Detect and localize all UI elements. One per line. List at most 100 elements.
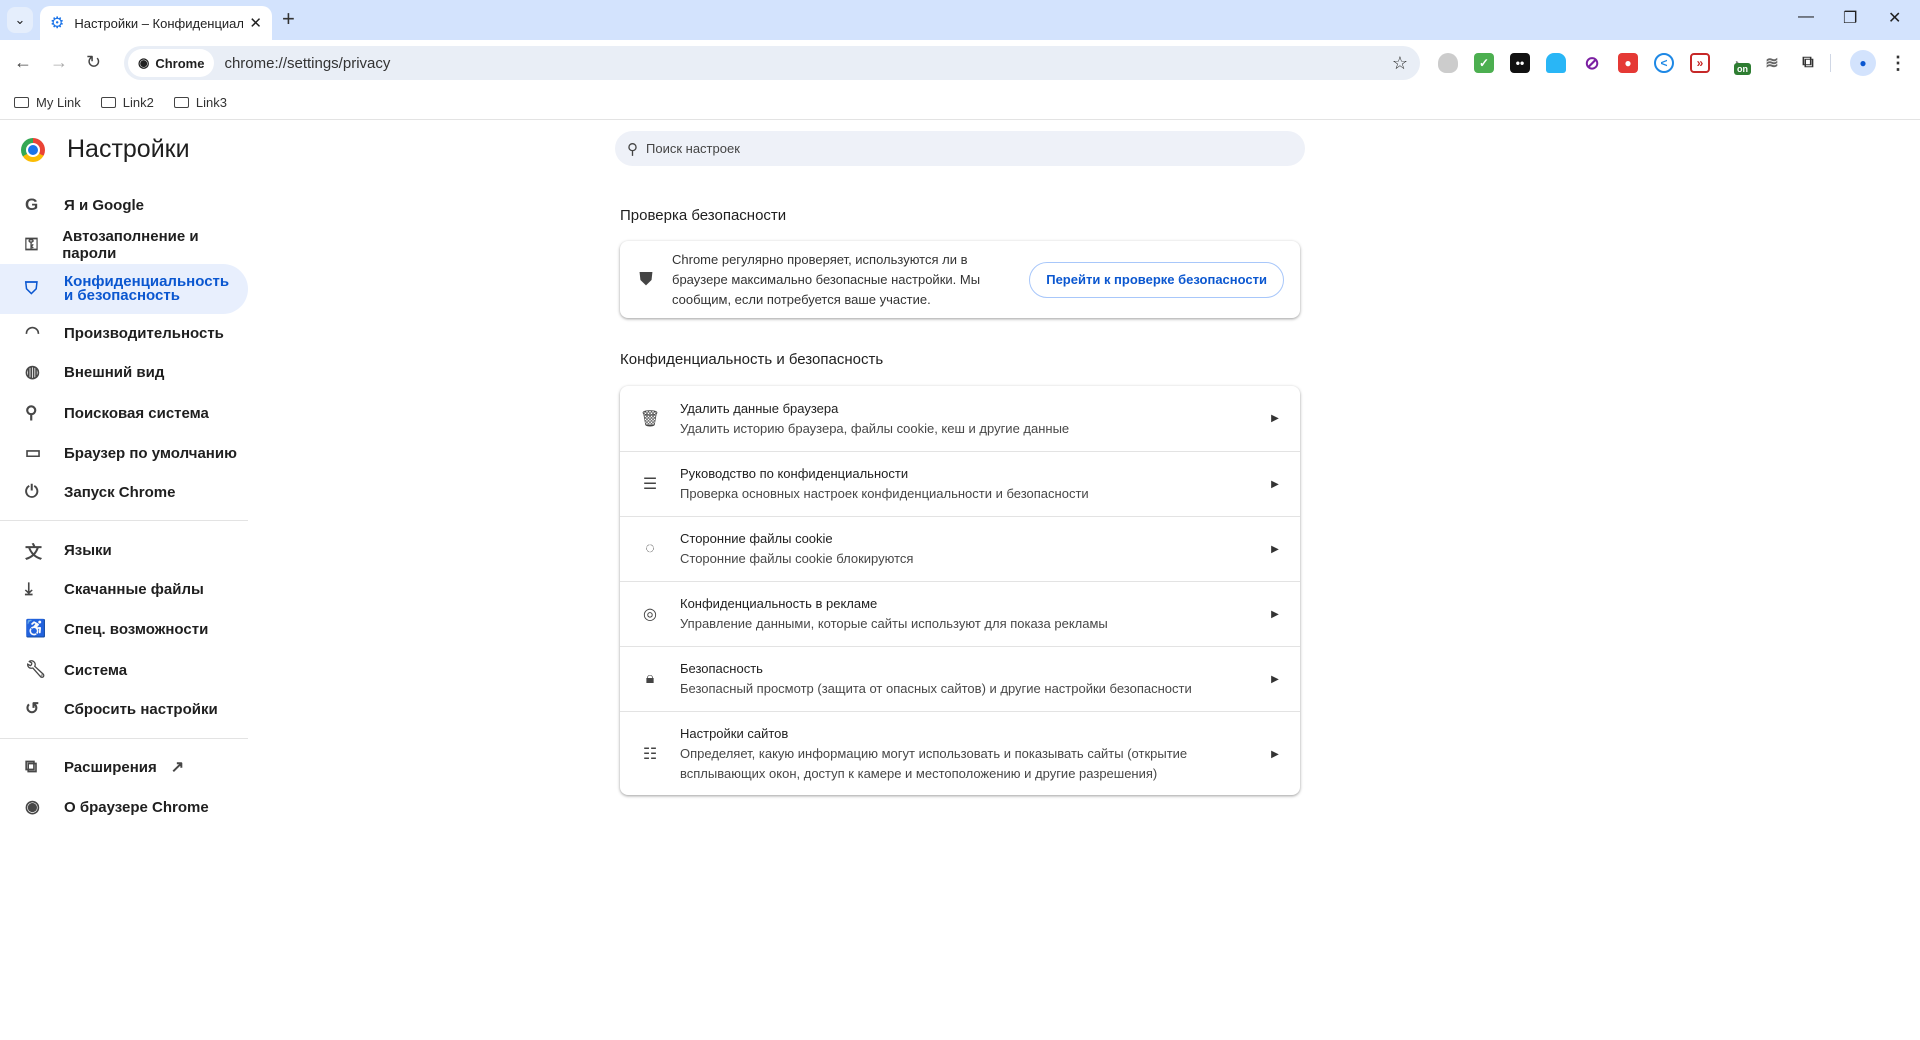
arrow-right-icon: ▶ [1250, 749, 1300, 760]
active-tab[interactable]: ⚙ Настройки – Конфиденциальность ✕ [40, 6, 272, 40]
sidebar-item-performance[interactable]: ◠Производительность [0, 313, 248, 353]
puzzle-icon: ⧉ [0, 757, 64, 777]
browser-icon: ▭ [0, 443, 64, 463]
bookmark-folder[interactable]: Link2 [101, 95, 154, 110]
sidebar-item-label: Скачанные файлы [64, 581, 204, 598]
row-privacy-guide[interactable]: ☰Руководство по конфиденциальностиПровер… [620, 451, 1300, 516]
tab-title: Настройки – Конфиденциальность [74, 16, 243, 31]
ghost-extension-icon[interactable] [1546, 53, 1566, 73]
arrow-right-icon: ▶ [1250, 413, 1300, 424]
minimize-button[interactable]: — [1798, 8, 1814, 26]
bookmark-label: Link2 [123, 95, 154, 110]
bookmark-folder[interactable]: My Link [14, 95, 81, 110]
sidebar-item-default-browser[interactable]: ▭Браузер по умолчанию [0, 433, 248, 473]
row-subtitle: Безопасный просмотр (защита от опасных с… [680, 679, 1250, 699]
go-to-safety-check-button[interactable]: Перейти к проверке безопасности [1029, 262, 1284, 298]
safety-check-card: ⛊ Chrome регулярно проверяет, используют… [620, 241, 1300, 318]
chevron-down-icon: ⌄ [15, 12, 26, 28]
fast-forward-extension-icon[interactable]: » [1690, 53, 1710, 73]
address-bar[interactable]: ◉ Chrome chrome://settings/privacy ☆ [124, 46, 1420, 80]
glasses-extension-icon[interactable]: •• [1510, 53, 1530, 73]
power-icon: ⏻ [0, 482, 64, 502]
block-extension-icon[interactable]: ⊘ [1582, 53, 1602, 73]
site-info-chip[interactable]: ◉ Chrome [128, 49, 214, 77]
close-window-button[interactable]: ✕ [1888, 8, 1901, 28]
extension-badge: on [1734, 63, 1751, 75]
palette-icon: ◍ [0, 362, 64, 382]
sidebar-item-label: Браузер по умолчанию [64, 445, 237, 462]
lock-icon: 🔒︎ [620, 670, 680, 688]
sidebar-item-label: Языки [64, 542, 112, 559]
row-third-party-cookies[interactable]: ◌Сторонние файлы cookieСторонние файлы c… [620, 516, 1300, 581]
accessibility-icon: ♿ [0, 619, 64, 639]
arrow-right-icon: ▶ [1250, 674, 1300, 685]
reset-icon: ↺ [0, 699, 64, 719]
sidebar-item-privacy[interactable]: ⛉Конфиденциальность и безопасность [0, 264, 248, 314]
sidebar-item-label: Поисковая система [64, 405, 209, 422]
reload-button[interactable]: ↻ [86, 52, 101, 73]
sidebar-item-extensions[interactable]: ⧉Расширения↗ [0, 747, 248, 787]
search-icon: ⚲ [0, 403, 64, 423]
tab-search-button[interactable]: ⌄ [7, 7, 33, 33]
sidebar-item-label: Внешний вид [64, 364, 164, 381]
bookmark-folder[interactable]: Link3 [174, 95, 227, 110]
sidebar-item-system[interactable]: 🔧︎Система [0, 650, 248, 690]
profile-avatar[interactable]: ● [1850, 50, 1876, 76]
sidebar-item-label: Производительность [64, 325, 224, 342]
restore-button[interactable]: ❐ [1843, 8, 1857, 28]
row-ad-privacy[interactable]: ◎Конфиденциальность в рекламеУправление … [620, 581, 1300, 646]
row-clear-browsing-data[interactable]: 🗑︎Удалить данные браузераУдалить историю… [620, 386, 1300, 451]
chip-label: Chrome [155, 56, 204, 71]
sidebar-item-appearance[interactable]: ◍Внешний вид [0, 352, 248, 392]
guide-icon: ☰ [620, 474, 680, 494]
row-subtitle: Сторонние файлы cookie блокируются [680, 549, 1250, 569]
back-button[interactable]: ← [14, 52, 32, 73]
section-heading-safety-check: Проверка безопасности [620, 207, 786, 224]
checkmark-extension-icon[interactable]: ✓ [1474, 53, 1494, 73]
bookmark-label: My Link [36, 95, 81, 110]
sidebar-item-languages[interactable]: 文Языки [0, 530, 248, 570]
new-tab-button[interactable]: + [282, 6, 295, 32]
sliders-icon: ☷ [620, 744, 680, 764]
search-placeholder: Поиск настроек [646, 141, 740, 156]
sidebar-item-reset[interactable]: ↺Сбросить настройки [0, 689, 248, 729]
privacy-card: 🗑︎Удалить данные браузераУдалить историю… [620, 386, 1300, 795]
chrome-icon: ◉ [0, 797, 64, 817]
bookmark-star-icon[interactable]: ☆ [1392, 53, 1408, 74]
url-text[interactable]: chrome://settings/privacy [224, 55, 390, 72]
row-title: Конфиденциальность в рекламе [680, 594, 1250, 614]
share-extension-icon[interactable]: < [1654, 53, 1674, 73]
sidebar-item-accessibility[interactable]: ♿Спец. возможности [0, 609, 248, 649]
close-tab-icon[interactable]: ✕ [249, 14, 262, 32]
row-site-settings[interactable]: ☷Настройки сайтовОпределяет, какую инфор… [620, 711, 1300, 796]
shield-extension-icon[interactable] [1438, 53, 1458, 73]
sidebar-item-label: Автозаполнение и пароли [62, 228, 248, 262]
row-title: Удалить данные браузера [680, 399, 1250, 419]
red-shield-extension-icon[interactable]: ● [1618, 53, 1638, 73]
sneaker-extension-icon[interactable]: ≋ [1762, 53, 1782, 73]
row-title: Безопасность [680, 659, 1250, 679]
ad-privacy-icon: ◎ [620, 604, 680, 624]
sidebar-item-label: Запуск Chrome [64, 484, 175, 501]
shield-icon: ⛉ [0, 282, 64, 296]
sidebar-item-label: Конфиденциальность и безопасность [64, 275, 234, 303]
row-security[interactable]: 🔒︎БезопасностьБезопасный просмотр (защит… [620, 646, 1300, 711]
sidebar-item-downloads[interactable]: ⤓Скачанные файлы [0, 569, 248, 609]
sidebar-item-autofill[interactable]: ⚿Автозаполнение и пароли [0, 225, 248, 265]
translate-icon: 文 [0, 538, 64, 563]
sidebar-divider [0, 520, 248, 521]
timer-extension-icon[interactable]: ◔on [1726, 53, 1746, 73]
search-input[interactable]: ⚲Поиск настроек [615, 131, 1305, 166]
shield-icon: ⛊ [620, 269, 672, 290]
forward-button[interactable]: → [50, 52, 68, 73]
puzzle-icon[interactable]: ⧉ [1798, 53, 1818, 73]
menu-icon[interactable]: ⋮ [1888, 53, 1908, 73]
sidebar-item-label: Сбросить настройки [64, 701, 218, 718]
sidebar-item-search-engine[interactable]: ⚲Поисковая система [0, 393, 248, 433]
section-heading-privacy: Конфиденциальность и безопасность [620, 351, 883, 368]
sidebar-item-on-startup[interactable]: ⏻Запуск Chrome [0, 472, 248, 512]
chrome-icon: ◉ [138, 55, 149, 71]
sidebar-item-about-chrome[interactable]: ◉О браузере Chrome [0, 787, 248, 827]
toolbar-divider [1830, 54, 1831, 72]
sidebar-item-you-and-google[interactable]: GЯ и Google [0, 185, 248, 225]
